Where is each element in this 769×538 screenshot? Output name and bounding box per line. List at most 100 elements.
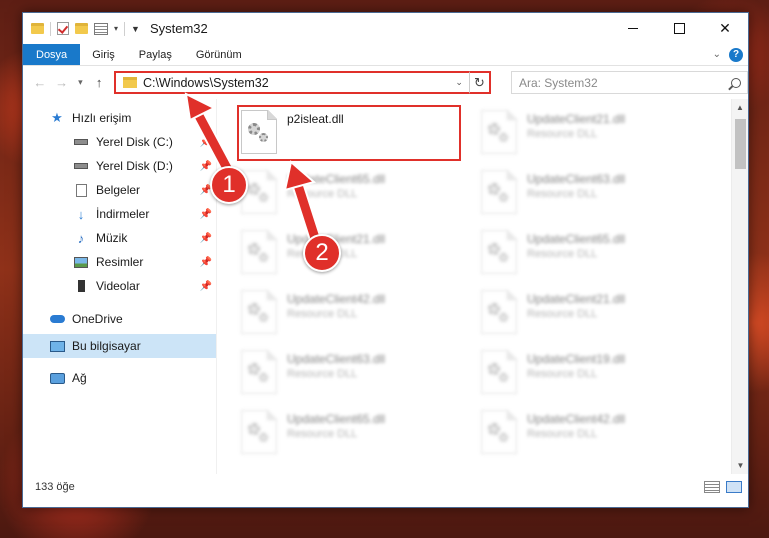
file-tile[interactable]: UpdateClient21.dll Resource DLL <box>481 106 721 166</box>
file-tile[interactable]: UpdateClient65.dll Resource DLL <box>241 166 481 226</box>
view-properties-icon[interactable] <box>94 22 108 35</box>
file-type: Resource DLL <box>527 188 598 200</box>
file-tile[interactable]: UpdateClient63.dll Resource DLL <box>481 166 721 226</box>
sidebar-item-label: Ağ <box>72 371 87 385</box>
file-type: Resource DLL <box>287 308 358 320</box>
dll-file-icon <box>481 230 517 274</box>
address-path[interactable]: C:\Windows\System32 <box>143 76 269 90</box>
close-button[interactable]: ✕ <box>702 13 748 44</box>
pin-icon[interactable]: 📌 <box>200 209 212 220</box>
maximize-button[interactable] <box>656 13 702 44</box>
file-tile[interactable]: UpdateClient42.dll Resource DLL <box>241 286 481 346</box>
navigation-pane: ★ Hızlı erişim Yerel Disk (C:) 📌 Yerel D… <box>23 99 217 474</box>
sidebar-item-label: Bu bilgisayar <box>72 339 141 353</box>
file-type: Resource DLL <box>287 428 358 440</box>
new-folder-icon[interactable] <box>75 23 88 34</box>
file-type: Resource DLL <box>527 308 598 320</box>
customize-toolbar-icon[interactable]: ▼ <box>131 24 140 34</box>
file-type: Resource DLL <box>287 188 358 200</box>
tab-share[interactable]: Paylaş <box>127 44 184 65</box>
downloads-icon: ↓ <box>77 206 85 222</box>
file-type: Resource DLL <box>527 128 598 140</box>
sidebar-item-videos[interactable]: Videolar 📌 <box>23 274 216 298</box>
file-tile[interactable]: UpdateClient19.dll Resource DLL <box>481 346 721 406</box>
file-tile[interactable]: p2isleat.dll <box>237 105 481 166</box>
music-icon: ♪ <box>77 230 85 246</box>
dll-file-icon <box>241 110 277 154</box>
expand-ribbon-icon[interactable]: ⌄ <box>713 49 721 60</box>
file-tile[interactable]: UpdateClient21.dllResource DLL <box>241 226 481 286</box>
scroll-up-icon[interactable]: ▲ <box>732 99 748 116</box>
dll-file-icon <box>481 350 517 394</box>
file-name: UpdateClient65.dll <box>287 412 386 426</box>
chevron-down-icon[interactable]: ▾ <box>114 24 118 33</box>
pin-icon[interactable]: 📌 <box>200 161 212 172</box>
back-arrow-icon[interactable]: ← <box>29 75 51 90</box>
navigation-bar: ← → ▾ ↑ C:\Windows\System32 ⌄ ↻ Ara: Sys… <box>23 66 748 99</box>
drive-icon <box>73 135 89 149</box>
file-list: p2isleat.dll UpdateClient21.dll Resource … <box>217 99 731 474</box>
file-name: UpdateClient42.dll <box>287 292 386 306</box>
file-type: Resource DLL <box>287 368 358 380</box>
file-tile[interactable]: UpdateClient65.dll Resource DLL <box>481 226 721 286</box>
forward-arrow-icon[interactable]: → <box>51 75 73 90</box>
file-type: Resource DLL <box>527 368 598 380</box>
file-tile[interactable]: UpdateClient21.dllResource DLL <box>481 286 721 346</box>
address-bar[interactable]: C:\Windows\System32 ⌄ <box>113 71 469 94</box>
status-bar: 133 öğe <box>23 474 748 499</box>
file-name: UpdateClient21.dll <box>527 112 626 126</box>
quick-access-toolbar: ▾ ▼ <box>31 21 140 36</box>
sidebar-item-music[interactable]: ♪ Müzik 📌 <box>23 226 216 250</box>
tab-view[interactable]: Görünüm <box>184 44 254 65</box>
drive-icon <box>73 159 89 173</box>
search-input[interactable]: Ara: System32 <box>510 71 748 94</box>
sidebar-item-label: Hızlı erişim <box>72 111 132 125</box>
dll-file-icon <box>481 290 517 334</box>
up-arrow-icon[interactable]: ↑ <box>88 75 110 90</box>
details-view-icon[interactable] <box>704 481 720 493</box>
item-count: 133 öğe <box>35 481 75 493</box>
scroll-down-icon[interactable]: ▼ <box>732 457 749 474</box>
pin-icon[interactable]: 📌 <box>200 233 212 244</box>
chevron-down-icon[interactable]: ⌄ <box>455 77 469 88</box>
tab-home[interactable]: Giriş <box>80 44 127 65</box>
pin-icon[interactable]: 📌 <box>200 257 212 268</box>
minimize-button[interactable] <box>610 13 656 44</box>
search-icon[interactable] <box>731 77 741 88</box>
sidebar-item-downloads[interactable]: ↓ İndirmeler 📌 <box>23 202 216 226</box>
sidebar-item-label: Müzik <box>96 231 128 245</box>
large-icons-view-icon[interactable] <box>726 481 742 493</box>
sidebar-item-pictures[interactable]: Resimler 📌 <box>23 250 216 274</box>
dll-file-icon <box>481 110 517 154</box>
pin-icon[interactable]: 📌 <box>200 281 212 292</box>
file-name: UpdateClient63.dll <box>287 352 386 366</box>
vertical-scrollbar[interactable]: ▲ ▼ <box>731 99 748 474</box>
sidebar-item-quick-access[interactable]: ★ Hızlı erişim <box>23 106 216 130</box>
recent-locations-icon[interactable]: ▾ <box>72 77 88 88</box>
sidebar-item-label: OneDrive <box>72 312 123 326</box>
pictures-icon <box>73 255 89 269</box>
properties-check-icon[interactable] <box>57 22 69 35</box>
file-name: p2isleat.dll <box>287 112 344 126</box>
step-2-badge: 2 <box>303 234 341 272</box>
cloud-icon <box>49 312 65 326</box>
window-controls: ✕ <box>610 13 748 44</box>
refresh-button[interactable]: ↻ <box>468 71 491 94</box>
sidebar-item-disk-c[interactable]: Yerel Disk (C:) 📌 <box>23 130 216 154</box>
folder-icon <box>122 77 137 88</box>
sidebar-item-onedrive[interactable]: OneDrive <box>23 307 216 331</box>
sidebar-item-this-pc[interactable]: Bu bilgisayar <box>23 334 216 358</box>
help-icon[interactable]: ? <box>729 47 743 62</box>
ribbon-tabs: Dosya Giriş Paylaş Görünüm ⌄ ? <box>23 44 748 66</box>
sidebar-item-disk-d[interactable]: Yerel Disk (D:) 📌 <box>23 154 216 178</box>
file-tile[interactable]: UpdateClient65.dll Resource DLL <box>241 406 481 466</box>
sidebar-item-documents[interactable]: Belgeler 📌 <box>23 178 216 202</box>
file-tile[interactable]: UpdateClient42.dll Resource DLL <box>481 406 721 466</box>
scrollbar-thumb[interactable] <box>735 119 746 169</box>
file-type: Resource DLL <box>527 428 598 440</box>
file-tile[interactable]: UpdateClient63.dll Resource DLL <box>241 346 481 406</box>
pin-icon[interactable]: 📌 <box>200 137 212 148</box>
tab-file[interactable]: Dosya <box>23 44 81 65</box>
sidebar-item-network[interactable]: Ağ <box>23 366 216 390</box>
file-explorer-window: ▾ ▼ System32 ✕ Dosya Giriş Paylaş Görünü… <box>22 12 749 508</box>
